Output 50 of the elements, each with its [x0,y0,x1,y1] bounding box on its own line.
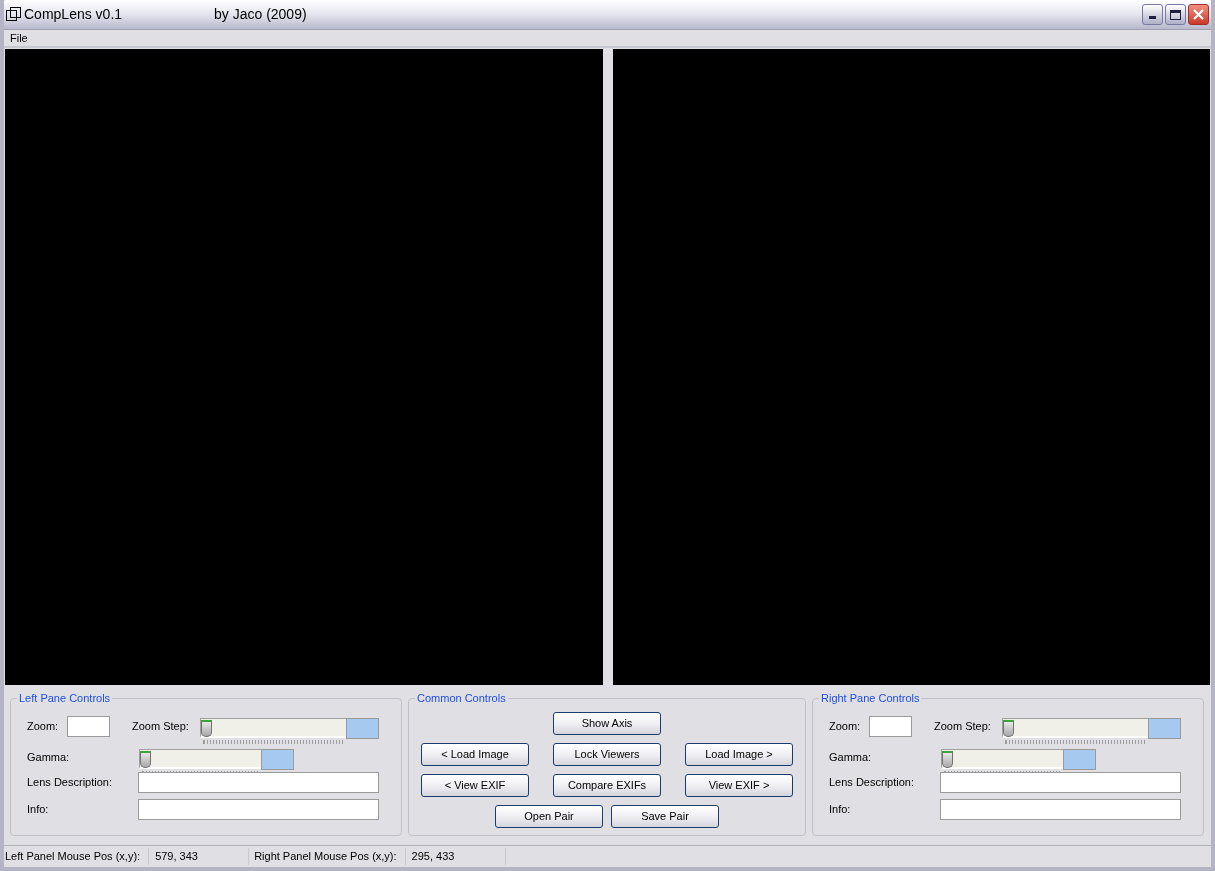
field-label: Lens Description: [829,775,915,791]
field-label: Zoom: [829,718,862,734]
status-label: Right Panel Mouse Pos (x,y): [253,848,406,865]
menu-item[interactable]: File [9,29,29,47]
close-icon [1193,9,1204,20]
zoom-field[interactable] [67,715,110,737]
lens-description-field[interactable] [138,772,379,793]
maximize-button[interactable] [1165,4,1186,25]
value-box [346,717,379,739]
push-button[interactable]: Show Axis [553,712,661,735]
status-label: Left Panel Mouse Pos (x,y): [4,848,150,865]
slider-thumb[interactable] [140,750,151,768]
close-button[interactable] [1188,4,1209,25]
window-title: CompLens v0.1 [24,5,124,24]
maximize-icon [1170,9,1181,20]
field-label: Zoom Step: [132,718,190,734]
field-label: Info: [27,802,50,818]
field-label: Zoom: [27,718,60,734]
window-subtitle: by Jaco (2009) [214,5,307,24]
slider-thumb[interactable] [942,750,953,768]
minimize-button[interactable] [1142,4,1163,25]
info-field[interactable] [940,799,1181,820]
push-button[interactable]: Save Pair [611,805,719,828]
push-button[interactable]: Compare EXIFs [553,774,661,797]
field-label: Gamma: [829,749,873,765]
slider-thumb[interactable] [1003,719,1014,737]
zoom-field[interactable] [869,715,912,737]
value-box [1148,717,1181,739]
field-label: Lens Description: [27,775,113,791]
status-value: 579, 343 [149,848,250,865]
group-title: Common Controls [415,691,508,705]
push-button[interactable]: Lock Viewers [553,743,661,766]
status-value: 295, 433 [405,848,506,865]
value-box [261,748,294,770]
field-label: Zoom Step: [934,718,992,734]
push-button[interactable]: Load Image > [685,743,793,766]
field-label: Info: [829,802,852,818]
info-field[interactable] [138,799,379,820]
slider-thumb[interactable] [201,719,212,737]
push-button[interactable]: < Load Image [421,743,529,766]
group-title: Left Pane Controls [17,691,113,705]
group-title: Right Pane Controls [819,691,922,705]
push-button[interactable]: View EXIF > [685,774,793,797]
value-box [1063,748,1096,770]
lens-description-field[interactable] [940,772,1181,793]
minimize-icon [1149,16,1156,19]
app-icon [6,7,21,22]
push-button[interactable]: Open Pair [495,805,603,828]
field-label: Gamma: [27,749,71,765]
push-button[interactable]: < View EXIF [421,774,529,797]
